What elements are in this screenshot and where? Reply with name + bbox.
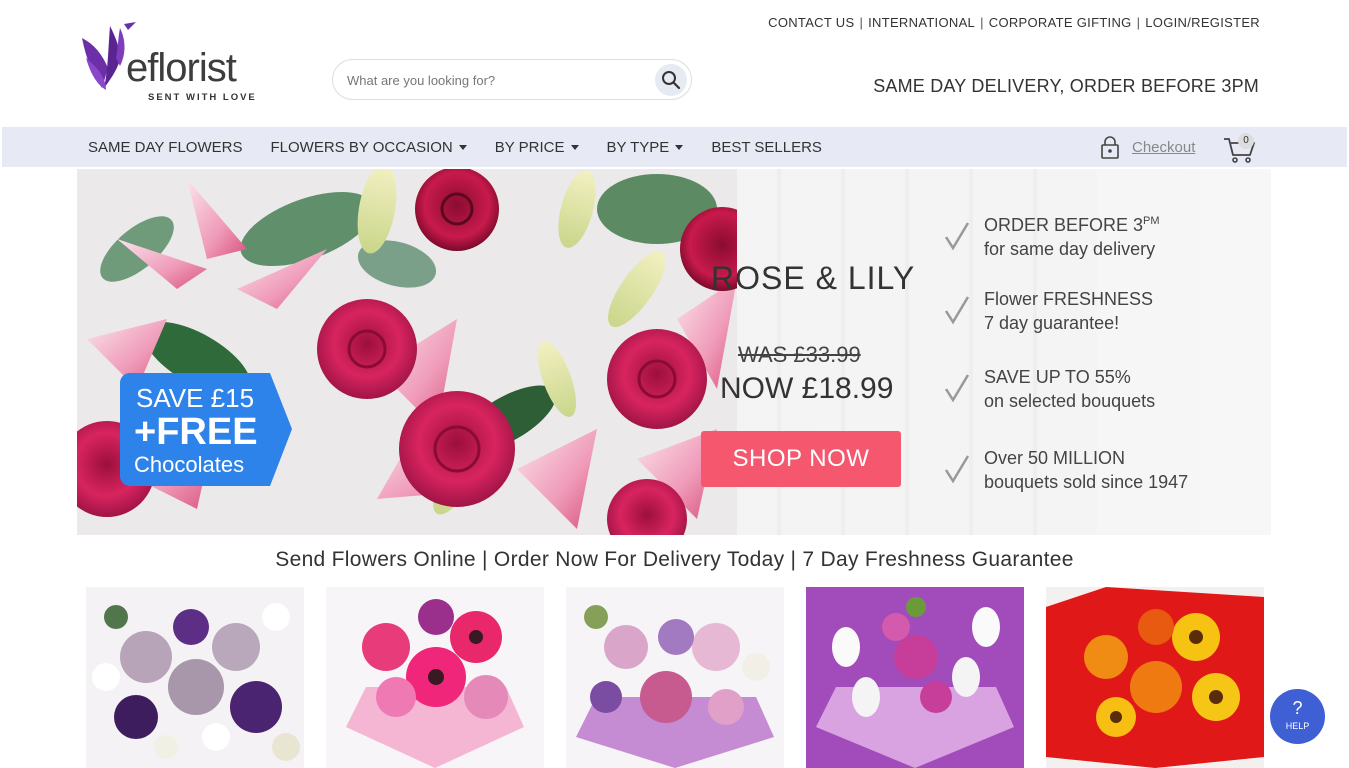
site-header: eflorist SENT WITH LOVE CONTACT US | INTER… bbox=[0, 0, 1349, 127]
badge-free-text: +FREE bbox=[134, 411, 258, 453]
nav-items: SAME DAY FLOWERS FLOWERS BY OCCASION BY … bbox=[88, 127, 850, 167]
bouquet-pink-lilac-image bbox=[566, 587, 784, 768]
product-card-2[interactable] bbox=[326, 587, 544, 768]
separator: | bbox=[859, 15, 864, 30]
nav-label: SAME DAY FLOWERS bbox=[88, 138, 243, 156]
login-register-link[interactable]: LOGIN/REGISTER bbox=[1145, 15, 1260, 30]
checkmark-icon bbox=[944, 374, 970, 403]
separator: | bbox=[1136, 15, 1141, 30]
top-links: CONTACT US | INTERNATIONAL | CORPORATE GIFTI… bbox=[768, 15, 1260, 30]
usp-subtitle: bouquets sold since 1947 bbox=[984, 472, 1189, 492]
checkout-link[interactable]: Checkout bbox=[1100, 135, 1195, 159]
product-card-3[interactable] bbox=[566, 587, 784, 768]
question-icon: ? bbox=[1292, 698, 1303, 718]
usp-title: SAVE UP TO 55% bbox=[984, 367, 1131, 387]
nav-label: FLOWERS BY OCCASION bbox=[270, 138, 453, 156]
checkmark-icon bbox=[944, 455, 970, 484]
usp-subtitle: for same day delivery bbox=[984, 239, 1156, 259]
product-grid bbox=[86, 587, 1266, 768]
logo-tagline: SENT WITH LOVE bbox=[148, 92, 257, 103]
main-nav: SAME DAY FLOWERS FLOWERS BY OCCASION BY … bbox=[2, 127, 1347, 167]
product-card-4[interactable] bbox=[806, 587, 1024, 768]
product-card-5[interactable] bbox=[1046, 587, 1264, 768]
nav-same-day-flowers[interactable]: SAME DAY FLOWERS bbox=[88, 139, 242, 156]
delivery-note: SAME DAY DELIVERY, ORDER BEFORE 3PM bbox=[873, 76, 1259, 96]
shop-now-button[interactable]: SHOP NOW bbox=[701, 431, 901, 487]
cart-button[interactable]: 0 bbox=[1222, 131, 1258, 163]
bouquet-purple-white-roses-image bbox=[806, 587, 1024, 768]
checkout-label: Checkout bbox=[1132, 138, 1196, 156]
help-label: HELP bbox=[1285, 721, 1310, 731]
eflorist-logo[interactable]: eflorist SENT WITH LOVE bbox=[80, 18, 280, 108]
usp-subtitle: on selected bouquets bbox=[984, 391, 1156, 411]
checkmark-icon bbox=[944, 296, 970, 325]
international-link[interactable]: INTERNATIONAL bbox=[868, 15, 975, 30]
usp-title: Over 50 MILLION bbox=[984, 448, 1126, 468]
badge-save-text: SAVE £15 bbox=[136, 383, 255, 413]
search-bar bbox=[332, 59, 692, 100]
save-badge[interactable]: SAVE £15 +FREE Chocolates bbox=[120, 373, 292, 486]
page-tagline: Send Flowers Online | Order Now For Deli… bbox=[275, 548, 1074, 571]
hero-product-name: ROSE & LILY bbox=[711, 260, 916, 296]
nav-best-sellers[interactable]: BEST SELLERS bbox=[711, 139, 822, 156]
cart-count-badge: 0 bbox=[1238, 133, 1254, 149]
search-input[interactable] bbox=[347, 70, 647, 90]
product-card-1[interactable] bbox=[86, 587, 304, 768]
bouquet-orange-sunflower-image bbox=[1046, 587, 1264, 768]
caret-down-icon bbox=[570, 144, 579, 150]
caret-down-icon bbox=[675, 144, 684, 150]
logo-wordmark: eflorist bbox=[126, 46, 237, 90]
nav-label: BEST SELLERS bbox=[711, 138, 822, 156]
badge-chocolates-text: Chocolates bbox=[134, 452, 245, 477]
bouquet-purple-white-image bbox=[86, 587, 304, 768]
contact-us-link[interactable]: CONTACT US bbox=[768, 15, 854, 30]
corporate-gifting-link[interactable]: CORPORATE GIFTING bbox=[989, 15, 1132, 30]
separator: | bbox=[980, 15, 984, 30]
nav-label: BY TYPE bbox=[606, 138, 670, 156]
nav-flowers-by-occasion[interactable]: FLOWERS BY OCCASION bbox=[270, 138, 467, 156]
usp-subtitle: 7 day guarantee! bbox=[984, 313, 1120, 333]
usp-title: Flower FRESHNESS bbox=[984, 289, 1154, 309]
was-price: WAS £33.99 bbox=[738, 342, 861, 367]
search-icon bbox=[662, 71, 681, 90]
bouquet-pink-gerbera-image bbox=[326, 587, 544, 768]
usp-title: ORDER BEFORE 3PM bbox=[984, 215, 1160, 235]
search-button[interactable] bbox=[655, 64, 687, 96]
now-price: NOW £18.99 bbox=[720, 372, 894, 405]
nav-by-type[interactable]: BY TYPE bbox=[607, 139, 684, 156]
help-button[interactable]: ? HELP bbox=[1270, 689, 1325, 744]
nav-label: BY PRICE bbox=[494, 138, 565, 156]
checkmark-icon bbox=[944, 222, 970, 251]
caret-down-icon bbox=[458, 144, 467, 150]
padlock-icon bbox=[1101, 136, 1119, 159]
nav-by-price[interactable]: BY PRICE bbox=[495, 139, 579, 156]
